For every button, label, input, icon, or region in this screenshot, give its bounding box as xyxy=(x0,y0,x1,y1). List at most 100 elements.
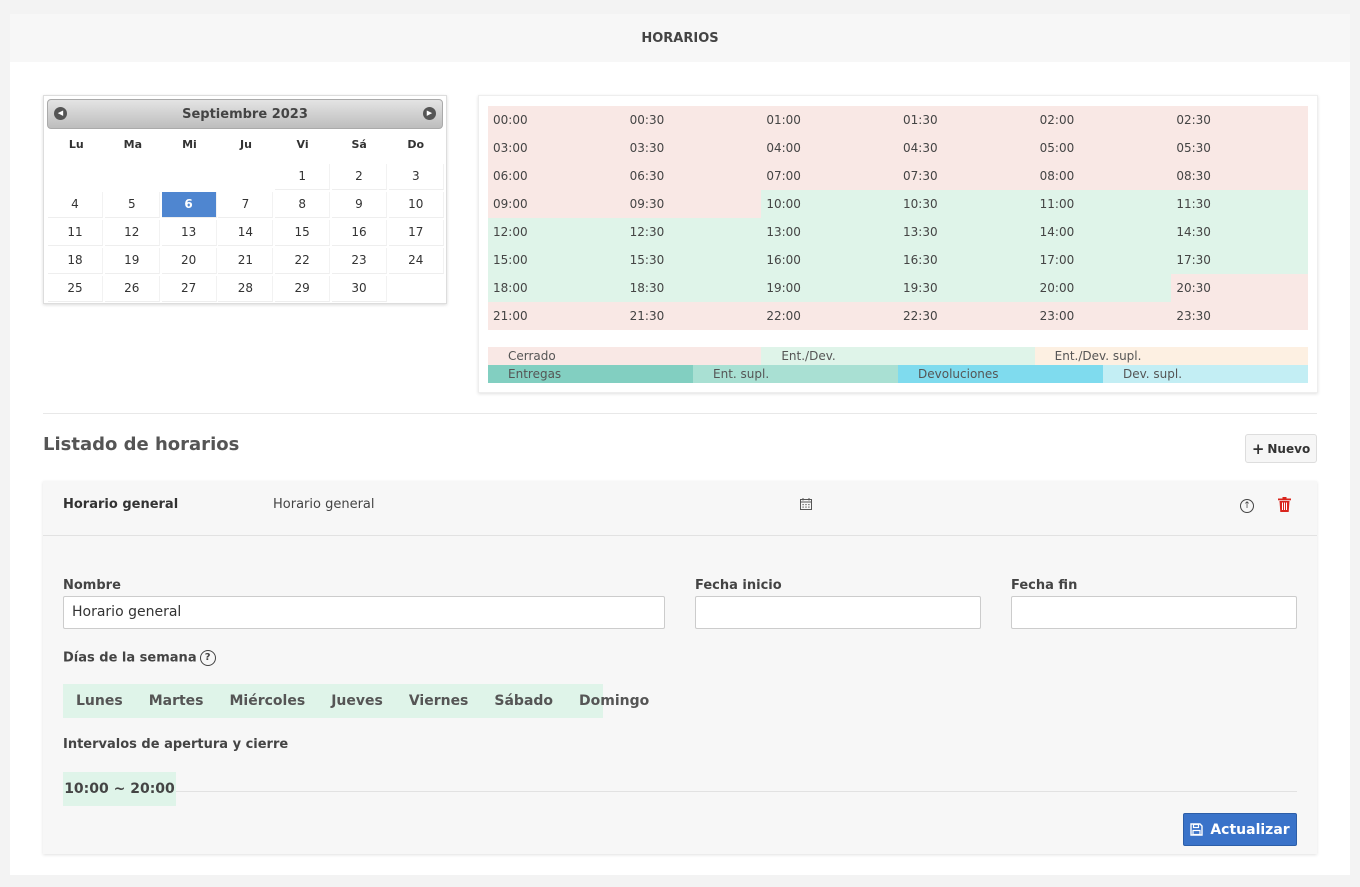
time-slot[interactable]: 15:30 xyxy=(624,246,762,274)
time-slot[interactable]: 14:00 xyxy=(1034,218,1172,246)
weekday-header: Ma xyxy=(123,138,143,151)
calendar-day[interactable]: 7 xyxy=(218,192,274,218)
update-button-label: Actualizar xyxy=(1210,821,1290,838)
time-slot[interactable]: 00:30 xyxy=(624,106,762,134)
time-slot[interactable]: 03:30 xyxy=(624,134,762,162)
time-slot[interactable]: 04:00 xyxy=(761,134,898,162)
time-slot[interactable]: 22:30 xyxy=(898,302,1035,330)
calendar-day[interactable]: 16 xyxy=(331,220,387,246)
time-slot[interactable]: 11:30 xyxy=(1171,190,1308,218)
calendar-day[interactable]: 21 xyxy=(218,248,274,274)
time-slot[interactable]: 02:30 xyxy=(1171,106,1308,134)
calendar-day[interactable]: 26 xyxy=(104,276,160,302)
move-up-icon[interactable]: ↑ xyxy=(1240,499,1254,513)
calendar-day[interactable]: 28 xyxy=(218,276,274,302)
calendar-day[interactable]: 19 xyxy=(104,248,160,274)
time-slot[interactable]: 22:00 xyxy=(761,302,898,330)
time-slot[interactable]: 12:30 xyxy=(624,218,762,246)
time-slot[interactable]: 19:30 xyxy=(898,274,1035,302)
time-slot[interactable]: 16:30 xyxy=(898,246,1035,274)
calendar-day-selected[interactable]: 6 xyxy=(161,192,217,218)
start-date-input[interactable] xyxy=(695,596,981,629)
time-slot[interactable]: 05:00 xyxy=(1034,134,1172,162)
weekday-toggle[interactable]: Miércoles xyxy=(217,693,319,709)
calendar-day[interactable]: 8 xyxy=(275,192,331,218)
time-slot[interactable]: 14:30 xyxy=(1171,218,1308,246)
calendar-day[interactable]: 9 xyxy=(331,192,387,218)
time-slot[interactable]: 07:30 xyxy=(898,162,1035,190)
time-slot[interactable]: 12:00 xyxy=(488,218,625,246)
weekdays-label-row: Días de la semana? xyxy=(63,650,216,666)
calendar-day[interactable]: 30 xyxy=(331,276,387,302)
time-slot[interactable]: 10:30 xyxy=(898,190,1035,218)
time-slot[interactable]: 01:00 xyxy=(761,106,898,134)
time-slot[interactable]: 23:00 xyxy=(1034,302,1172,330)
time-slot[interactable]: 19:00 xyxy=(761,274,898,302)
time-slot[interactable]: 18:30 xyxy=(624,274,762,302)
calendar-day[interactable]: 13 xyxy=(161,220,217,246)
weekday-toggle[interactable]: Sábado xyxy=(481,693,566,709)
time-slot[interactable]: 02:00 xyxy=(1034,106,1172,134)
calendar-day[interactable]: 23 xyxy=(331,248,387,274)
calendar-day[interactable]: 18 xyxy=(48,248,103,274)
time-slot[interactable]: 05:30 xyxy=(1171,134,1308,162)
interval-chip[interactable]: 10:00 ~ 20:00 xyxy=(63,772,176,806)
schedule-item-header[interactable]: Horario general Horario general ↑ xyxy=(43,481,1317,536)
end-date-input[interactable] xyxy=(1011,596,1297,629)
time-slot[interactable]: 09:30 xyxy=(624,190,762,218)
trash-icon[interactable] xyxy=(1278,497,1291,512)
new-schedule-button[interactable]: + Nuevo xyxy=(1245,434,1317,463)
calendar-day[interactable]: 20 xyxy=(161,248,217,274)
calendar-day[interactable]: 14 xyxy=(218,220,274,246)
time-slot[interactable]: 23:30 xyxy=(1171,302,1308,330)
calendar-day[interactable]: 1 xyxy=(275,164,331,190)
time-slot[interactable]: 20:30 xyxy=(1171,274,1308,302)
legend: Cerrado Ent./Dev. Ent./Dev. supl. Entregas… xyxy=(488,347,1308,383)
calendar-day[interactable]: 3 xyxy=(388,164,444,190)
time-slot[interactable]: 06:30 xyxy=(624,162,762,190)
time-slot[interactable]: 21:30 xyxy=(624,302,762,330)
name-input[interactable]: Horario general xyxy=(63,596,665,629)
calendar-day[interactable]: 24 xyxy=(388,248,444,274)
time-slot[interactable]: 04:30 xyxy=(898,134,1035,162)
time-slot[interactable]: 01:30 xyxy=(898,106,1035,134)
calendar-day[interactable]: 10 xyxy=(388,192,444,218)
time-slot[interactable]: 17:00 xyxy=(1034,246,1172,274)
time-slot[interactable]: 13:30 xyxy=(898,218,1035,246)
update-button[interactable]: Actualizar xyxy=(1183,813,1297,846)
weekday-toggle[interactable]: Martes xyxy=(136,693,217,709)
calendar-day[interactable]: 15 xyxy=(275,220,331,246)
calendar-day[interactable]: 2 xyxy=(331,164,387,190)
time-slot[interactable]: 13:00 xyxy=(761,218,898,246)
time-slot[interactable]: 15:00 xyxy=(488,246,625,274)
time-slot[interactable]: 11:00 xyxy=(1034,190,1172,218)
time-slot[interactable]: 08:30 xyxy=(1171,162,1308,190)
time-slot[interactable]: 10:00 xyxy=(761,190,898,218)
weekday-toggle[interactable]: Lunes xyxy=(63,693,136,709)
calendar-day[interactable]: 12 xyxy=(104,220,160,246)
time-slot[interactable]: 03:00 xyxy=(488,134,625,162)
help-icon[interactable]: ? xyxy=(199,650,216,666)
time-slot[interactable]: 20:00 xyxy=(1034,274,1172,302)
time-slot[interactable]: 18:00 xyxy=(488,274,625,302)
weekday-toggle[interactable]: Viernes xyxy=(396,693,482,709)
calendar-day[interactable]: 27 xyxy=(161,276,217,302)
calendar-day[interactable]: 4 xyxy=(48,192,103,218)
time-slot[interactable]: 07:00 xyxy=(761,162,898,190)
calendar-day[interactable]: 5 xyxy=(104,192,160,218)
weekday-toggle[interactable]: Domingo xyxy=(566,693,662,709)
calendar-day[interactable]: 17 xyxy=(388,220,444,246)
time-slot[interactable]: 21:00 xyxy=(488,302,625,330)
time-slot[interactable]: 08:00 xyxy=(1034,162,1172,190)
weekday-toggle[interactable]: Jueves xyxy=(318,693,396,709)
time-slot[interactable]: 00:00 xyxy=(488,106,625,134)
calendar-day[interactable]: 29 xyxy=(275,276,331,302)
next-month-icon[interactable]: ▶ xyxy=(423,107,436,120)
calendar-day[interactable]: 22 xyxy=(275,248,331,274)
time-slot[interactable]: 17:30 xyxy=(1171,246,1308,274)
time-slot[interactable]: 09:00 xyxy=(488,190,625,218)
calendar-day[interactable]: 11 xyxy=(48,220,103,246)
time-slot[interactable]: 06:00 xyxy=(488,162,625,190)
time-slot[interactable]: 16:00 xyxy=(761,246,898,274)
calendar-day[interactable]: 25 xyxy=(48,276,103,302)
